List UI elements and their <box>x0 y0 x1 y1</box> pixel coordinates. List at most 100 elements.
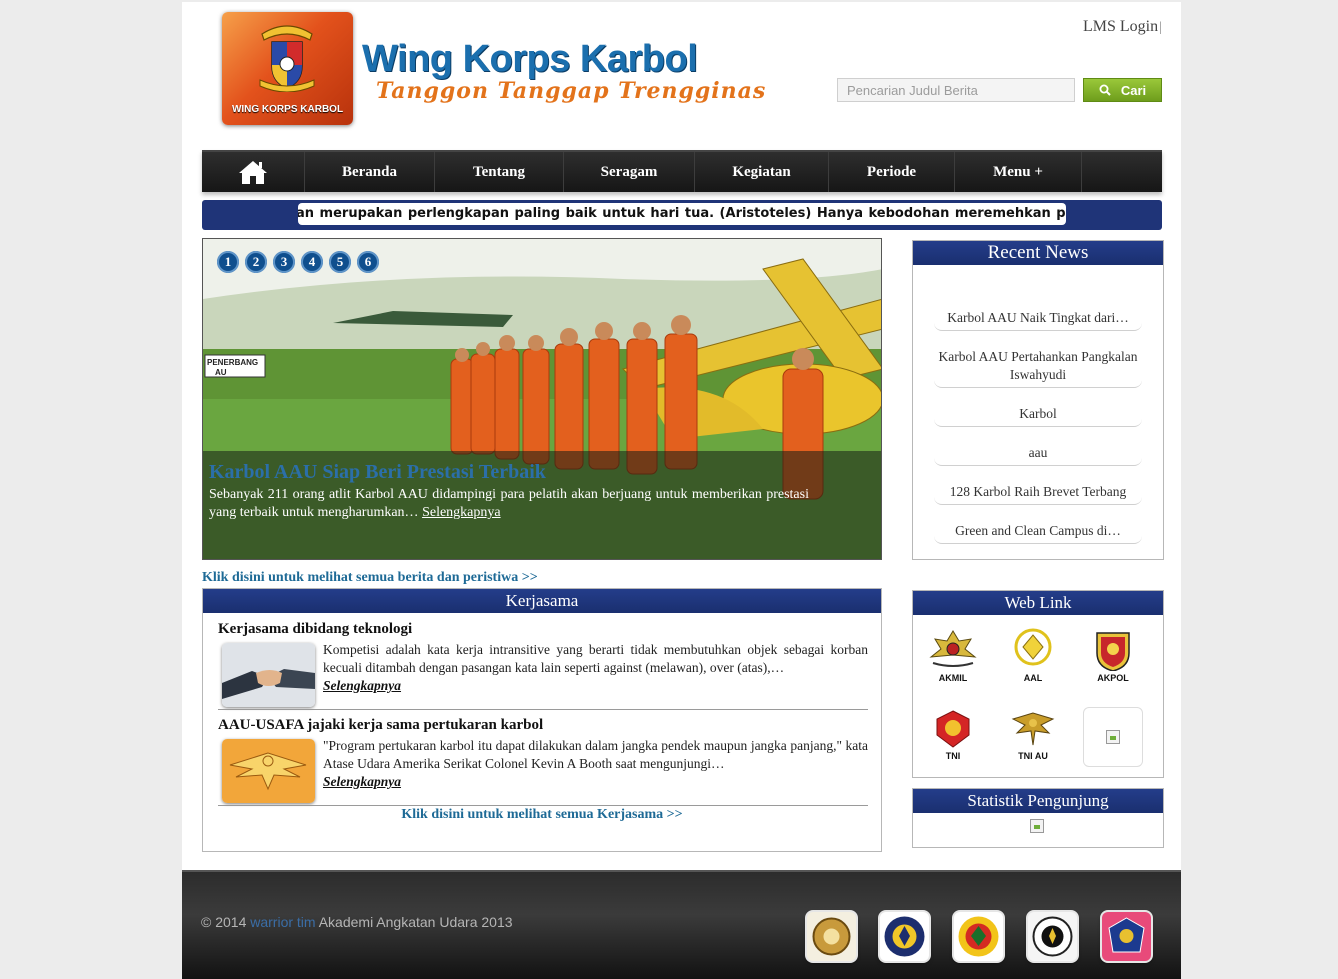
nav-item-seragam[interactable]: Seragam <box>564 152 695 192</box>
weblink-label: AKPOL <box>1097 673 1129 683</box>
kerjasama-header: Kerjasama <box>203 589 881 613</box>
recent-news-item[interactable]: aau <box>934 444 1142 466</box>
slider-page-2[interactable]: 2 <box>245 251 267 273</box>
search-icon <box>1099 84 1111 96</box>
veteran-university-emblem-icon <box>958 916 999 957</box>
news-slider[interactable]: PENERBANG AU 1 2 3 4 5 6 Karbol AAU Siap… <box>202 238 882 560</box>
nav-item-periode[interactable]: Periode <box>829 152 955 192</box>
kerjasama-panel: Kerjasama Kerjasama dibidang teknologi K… <box>202 588 882 852</box>
slider-page-3[interactable]: 3 <box>273 251 295 273</box>
weblink-akpol[interactable]: AKPOL <box>1083 627 1143 687</box>
nav-item-beranda[interactable]: Beranda <box>305 152 435 192</box>
institute-emblem-icon <box>1032 916 1073 957</box>
divider <box>218 805 868 806</box>
site-title: Wing Korps Karbol <box>362 38 698 80</box>
weblink-label: TNI <box>945 751 961 761</box>
slide-summary: Sebanyak 211 orang atlit Karbol AAU dida… <box>209 486 809 522</box>
recent-news-item[interactable]: Green and Clean Campus di… <box>934 522 1142 544</box>
slider-page-1[interactable]: 1 <box>217 251 239 273</box>
eagle-thumbnail[interactable] <box>222 739 315 803</box>
ticker-text: an merupakan perlengkapan paling baik un… <box>298 206 1066 221</box>
broken-image-icon <box>1030 819 1044 833</box>
nav-item-menu[interactable]: Menu + <box>955 152 1082 192</box>
broken-image-icon <box>1106 730 1120 744</box>
weblink-tni-au[interactable]: TNI AU <box>1003 709 1063 769</box>
partner-logo-4[interactable] <box>1028 912 1077 961</box>
slide-title[interactable]: Karbol AAU Siap Beri Prestasi Terbaik <box>209 461 875 484</box>
login-separator: | <box>1159 20 1162 35</box>
kerjasama-item-text: Kompetisi adalah kata kerja intransitive… <box>323 642 868 675</box>
slider-page-6[interactable]: 6 <box>357 251 379 273</box>
kerjasama-item-title[interactable]: AAU-USAFA jajaki kerja sama pertukaran k… <box>218 717 868 734</box>
partner-logo-1[interactable] <box>807 912 856 961</box>
kerjasama-item: Kerjasama dibidang teknologi Kompetisi a… <box>218 621 868 707</box>
footer: © 2014 warrior tim Akademi Angkatan Udar… <box>182 870 1181 979</box>
slider-page-5[interactable]: 5 <box>329 251 351 273</box>
tni-au-emblem-icon <box>1011 712 1055 746</box>
all-kerjasama-link[interactable]: Klik disini untuk melihat semua Kerjasam… <box>203 807 881 823</box>
weblink-tni[interactable]: TNI <box>923 709 983 769</box>
kerjasama-more-link[interactable]: Selengkapnya <box>323 677 868 695</box>
partner-emblem-icon <box>1108 917 1145 953</box>
kerjasama-item: AAU-USAFA jajaki kerja sama pertukaran k… <box>218 717 868 803</box>
weblink-aal[interactable]: AAL <box>1003 627 1063 687</box>
partner-logo-5[interactable] <box>1102 912 1151 961</box>
visitor-stats-header: Statistik Pengunjung <box>913 789 1163 813</box>
kerjasama-item-title[interactable]: Kerjasama dibidang teknologi <box>218 621 868 638</box>
home-icon <box>239 161 267 184</box>
recent-news-item[interactable]: Karbol <box>934 405 1142 427</box>
weblink-label: AAL <box>1023 673 1043 683</box>
web-link-panel: Web Link AKMIL AAL AKPOL TNI TNI AU <box>912 590 1164 778</box>
web-link-header: Web Link <box>913 591 1163 615</box>
partner-logo-3[interactable] <box>954 912 1003 961</box>
page-container: WING KORPS KARBOL Wing Korps Karbol Tang… <box>182 2 1181 979</box>
kerjasama-item-summary: Kompetisi adalah kata kerja intransitive… <box>323 641 868 695</box>
all-news-link[interactable]: Klik disini untuk melihat semua berita d… <box>202 570 538 586</box>
nav-item-tentang[interactable]: Tentang <box>435 152 564 192</box>
slider-pager: 1 2 3 4 5 6 <box>217 251 379 273</box>
weblink-label: TNI AU <box>1018 751 1048 761</box>
recent-news-header: Recent News <box>913 241 1163 265</box>
recent-news-panel: Recent News Karbol AAU Naik Tingkat dari… <box>912 240 1164 560</box>
main-nav: Beranda Tentang Seragam Kegiatan Periode… <box>202 150 1162 192</box>
sign-text-2: AU <box>215 368 227 377</box>
weblink-label: AKMIL <box>938 673 968 683</box>
handshake-thumbnail[interactable] <box>222 643 315 707</box>
site-logo[interactable]: WING KORPS KARBOL <box>222 12 353 125</box>
tni-emblem-icon <box>936 710 970 748</box>
nav-home[interactable] <box>202 152 305 192</box>
search-button-label: Cari <box>1120 82 1147 98</box>
akmil-emblem-icon <box>929 630 977 667</box>
site-motto: Tanggon Tanggap Trengginas <box>376 78 767 104</box>
divider <box>218 709 868 710</box>
footer-copyright: © 2014 warrior tim Akademi Angkatan Udar… <box>201 914 513 930</box>
search-input[interactable] <box>837 78 1075 102</box>
akpol-emblem-icon <box>1096 632 1130 671</box>
weblink-broken[interactable] <box>1083 707 1143 767</box>
lms-login-link[interactable]: LMS Login <box>1083 18 1158 36</box>
weblink-akmil[interactable]: AKMIL <box>923 627 983 687</box>
footer-team-link[interactable]: warrior tim <box>250 914 315 930</box>
search-button[interactable]: Cari <box>1083 78 1162 102</box>
handshake-icon <box>222 643 315 707</box>
recent-news-item[interactable]: Karbol AAU Pertahankan Pangkalan Iswahyu… <box>934 348 1142 388</box>
copyright-text: © 2014 <box>201 914 251 930</box>
stats-counter-image <box>1030 819 1044 833</box>
slide-caption: Karbol AAU Siap Beri Prestasi Terbaik Se… <box>203 451 881 559</box>
partner-logo-2[interactable] <box>880 912 929 961</box>
recent-news-item[interactable]: Karbol AAU Naik Tingkat dari… <box>934 309 1142 331</box>
crest-icon <box>259 25 315 92</box>
slide-more-link[interactable]: Selengkapnya <box>422 505 501 520</box>
slide-summary-text: Sebanyak 211 orang atlit Karbol AAU dida… <box>209 487 809 520</box>
sign-text: PENERBANG <box>207 358 258 367</box>
aal-emblem-icon <box>1014 628 1052 666</box>
nav-item-kegiatan[interactable]: Kegiatan <box>695 152 829 192</box>
university-emblem-icon <box>884 916 925 957</box>
ugm-emblem-icon <box>812 917 851 956</box>
slider-page-4[interactable]: 4 <box>301 251 323 273</box>
recent-news-item[interactable]: 128 Karbol Raih Brevet Terbang <box>934 483 1142 505</box>
eagle-emblem-icon <box>222 739 315 803</box>
logo-caption: WING KORPS KARBOL <box>231 104 344 115</box>
kerjasama-more-link[interactable]: Selengkapnya <box>323 773 868 791</box>
ticker-window: an merupakan perlengkapan paling baik un… <box>298 203 1066 225</box>
